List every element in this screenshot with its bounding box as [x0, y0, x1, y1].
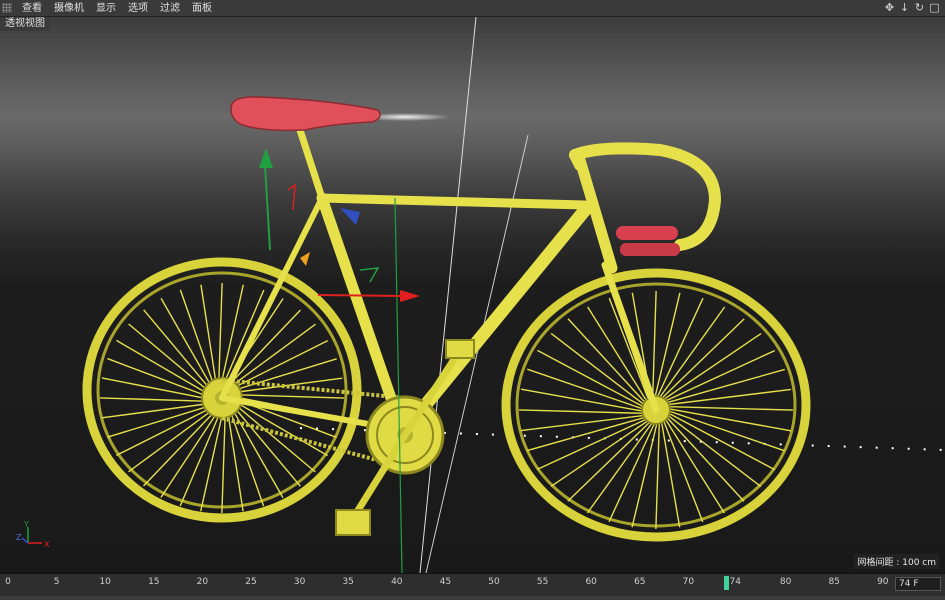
current-frame-field[interactable]: 74 F: [895, 577, 941, 591]
gizmo-y-arrow-icon[interactable]: [259, 148, 273, 168]
timeline-tick-label: 85: [828, 577, 840, 587]
maximize-icon[interactable]: □: [928, 1, 941, 14]
viewport-title[interactable]: 透视视图: [0, 17, 50, 31]
axis-x-label: X: [44, 540, 50, 549]
timeline-tick-label: 80: [779, 577, 792, 587]
gizmo-x-axis-line: [317, 294, 406, 297]
pedal-upper[interactable]: [445, 339, 475, 359]
pedal-lower[interactable]: [335, 509, 371, 536]
rotate-icon[interactable]: ↻: [913, 1, 926, 14]
panel-grip-icon[interactable]: [2, 3, 12, 13]
scene-guide-line: [419, 17, 477, 573]
bicycle-scene[interactable]: Y X Z: [0, 17, 945, 573]
timeline-tick-label: 25: [245, 577, 257, 587]
grid-spacing-readout: 网格间距 : 100 cm: [854, 554, 939, 569]
gizmo-rotate-y-icon[interactable]: [359, 267, 380, 283]
gizmo-center-handle-icon[interactable]: [300, 252, 310, 266]
viewport-menu-bar: 查看 摄像机 显示 选项 过滤 面板 ✥ ↓ ↻ □: [0, 0, 945, 17]
timeline-scrollbar[interactable]: [0, 596, 945, 600]
gizmo-rotate-x-icon[interactable]: [287, 183, 296, 211]
timeline-tick-label: 5: [53, 577, 60, 587]
timeline-tick-label: 20: [196, 577, 209, 587]
menu-camera[interactable]: 摄像机: [48, 0, 90, 17]
timeline-tick-label: 40: [391, 577, 403, 587]
gizmo-z-arrow-icon[interactable]: [340, 208, 360, 225]
timeline-tick-label: 70: [682, 577, 695, 587]
axis-z-label: Z: [16, 533, 22, 542]
gizmo-y-axis-line: [394, 197, 403, 573]
menu-display[interactable]: 显示: [90, 0, 122, 17]
menu-view[interactable]: 查看: [16, 0, 48, 17]
saddle[interactable]: [230, 96, 381, 132]
timeline-tick-label: 35: [342, 577, 354, 587]
timeline-tick-label: 0: [5, 577, 11, 587]
perspective-viewport[interactable]: Y X Z 透视视图 网格间距 : 100 cm: [0, 17, 945, 573]
timeline-tick-label: 50: [488, 577, 500, 587]
handlebar-grip-bottom: [620, 243, 680, 256]
view-navigation-icons: ✥ ↓ ↻ □: [883, 1, 941, 14]
gizmo-y-handle-line: [264, 164, 271, 251]
timeline[interactable]: 0 5 10 15 20 25 30 35 40 45 50 55 60 65 70 74 80 85 90 74 …: [0, 573, 945, 600]
timeline-tick-label: 30: [293, 577, 306, 587]
down-arrow-icon[interactable]: ↓: [898, 1, 911, 14]
timeline-tick-label: 45: [439, 577, 452, 587]
timeline-tick-label: 90: [877, 577, 889, 587]
timeline-tick-label: 60: [585, 577, 597, 587]
current-frame-marker[interactable]: [724, 576, 730, 590]
timeline-tick-label: 55: [536, 577, 549, 587]
menu-options[interactable]: 选项: [122, 0, 154, 17]
menu-panel[interactable]: 面板: [186, 0, 218, 17]
timeline-tick-label: 15: [148, 577, 160, 587]
timeline-tick-label: 65: [634, 577, 646, 587]
move-icon[interactable]: ✥: [883, 1, 896, 14]
menu-filter[interactable]: 过滤: [154, 0, 186, 17]
timeline-ruler[interactable]: 0 5 10 15 20 25 30 35 40 45 50 55 60 65 70 74 80 85 90: [0, 574, 889, 594]
timeline-tick-label: 10: [99, 577, 111, 587]
handlebar-grip-top: [616, 226, 678, 240]
gizmo-x-arrow-icon[interactable]: [400, 290, 420, 302]
world-axis-indicator: Y X Z: [16, 520, 50, 549]
timeline-tick-label: 74: [729, 577, 741, 587]
axis-y-label: Y: [23, 520, 29, 529]
